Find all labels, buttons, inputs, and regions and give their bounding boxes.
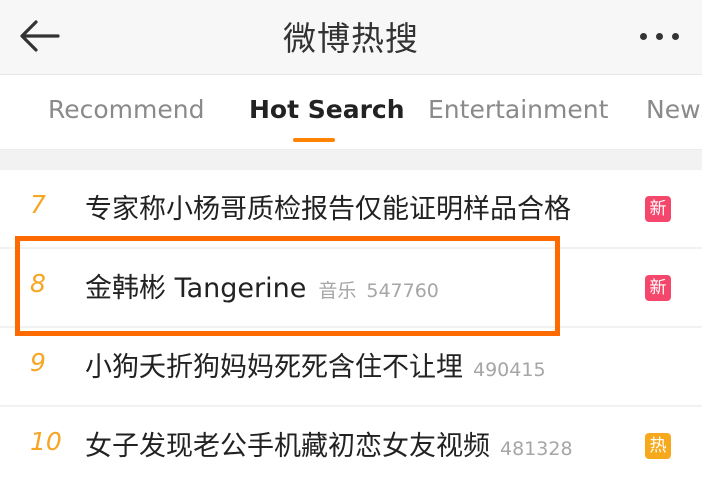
list-item[interactable]: 8 金韩彬 Tangerine 音乐 547760 新 [0, 249, 702, 326]
list-item-text: 专家称小杨哥质检报告仅能证明样品合格 [85, 187, 571, 226]
category-tabs: Recommend Hot Search Entertainment News [0, 75, 702, 150]
list-item-title: 小狗夭折狗妈妈死死含住不让埋 [85, 352, 463, 383]
page-title: 微博热搜 [283, 19, 419, 58]
back-button[interactable] [14, 14, 66, 58]
list-item-count: 490415 [473, 359, 546, 381]
more-dots-icon [640, 33, 647, 40]
list-item-category: 音乐 [318, 280, 357, 302]
tab-recommend[interactable]: Recommend [48, 95, 204, 124]
rank-number: 9 [30, 348, 46, 377]
active-tab-indicator [293, 138, 335, 142]
list-item-title: 金韩彬 Tangerine [85, 273, 307, 304]
list-item-count: 481328 [500, 438, 573, 460]
list-item-text: 小狗夭折狗妈妈死死含住不让埋 490415 [85, 345, 546, 384]
list-item-text: 金韩彬 Tangerine 音乐 547760 [85, 266, 439, 305]
list-item[interactable]: 7 专家称小杨哥质检报告仅能证明样品合格 新 [0, 170, 702, 247]
more-options-button[interactable] [636, 18, 684, 54]
tab-news[interactable]: News [646, 95, 702, 124]
tab-entertainment[interactable]: Entertainment [428, 95, 608, 124]
new-badge-icon: 新 [645, 196, 671, 222]
back-arrow-icon [20, 20, 60, 52]
list-item[interactable]: 10 女子发现老公手机藏初恋女友视频 481328 热 [0, 407, 702, 483]
list-item-title: 女子发现老公手机藏初恋女友视频 [85, 431, 490, 462]
hot-search-list: 7 专家称小杨哥质检报告仅能证明样品合格 新 8 金韩彬 Tangerine 音乐… [0, 150, 702, 483]
rank-number: 8 [30, 269, 46, 298]
list-item[interactable]: 9 小狗夭折狗妈妈死死含住不让埋 490415 [0, 328, 702, 405]
list-item-text: 女子发现老公手机藏初恋女友视频 481328 [85, 424, 573, 463]
rank-number: 7 [30, 190, 46, 219]
rank-number: 10 [30, 427, 62, 456]
list-item-title: 专家称小杨哥质检报告仅能证明样品合格 [85, 194, 571, 225]
list-item-count: 547760 [366, 280, 439, 302]
more-dot [656, 33, 663, 40]
hot-badge-icon: 热 [645, 433, 671, 459]
new-badge-icon: 新 [645, 275, 671, 301]
tab-hot-search[interactable]: Hot Search [249, 95, 405, 124]
weibo-hot-search-screen: 微博热搜 Recommend Hot Search Entertainment … [0, 0, 702, 483]
top-bar: 微博热搜 [0, 0, 702, 75]
more-dot [672, 33, 679, 40]
